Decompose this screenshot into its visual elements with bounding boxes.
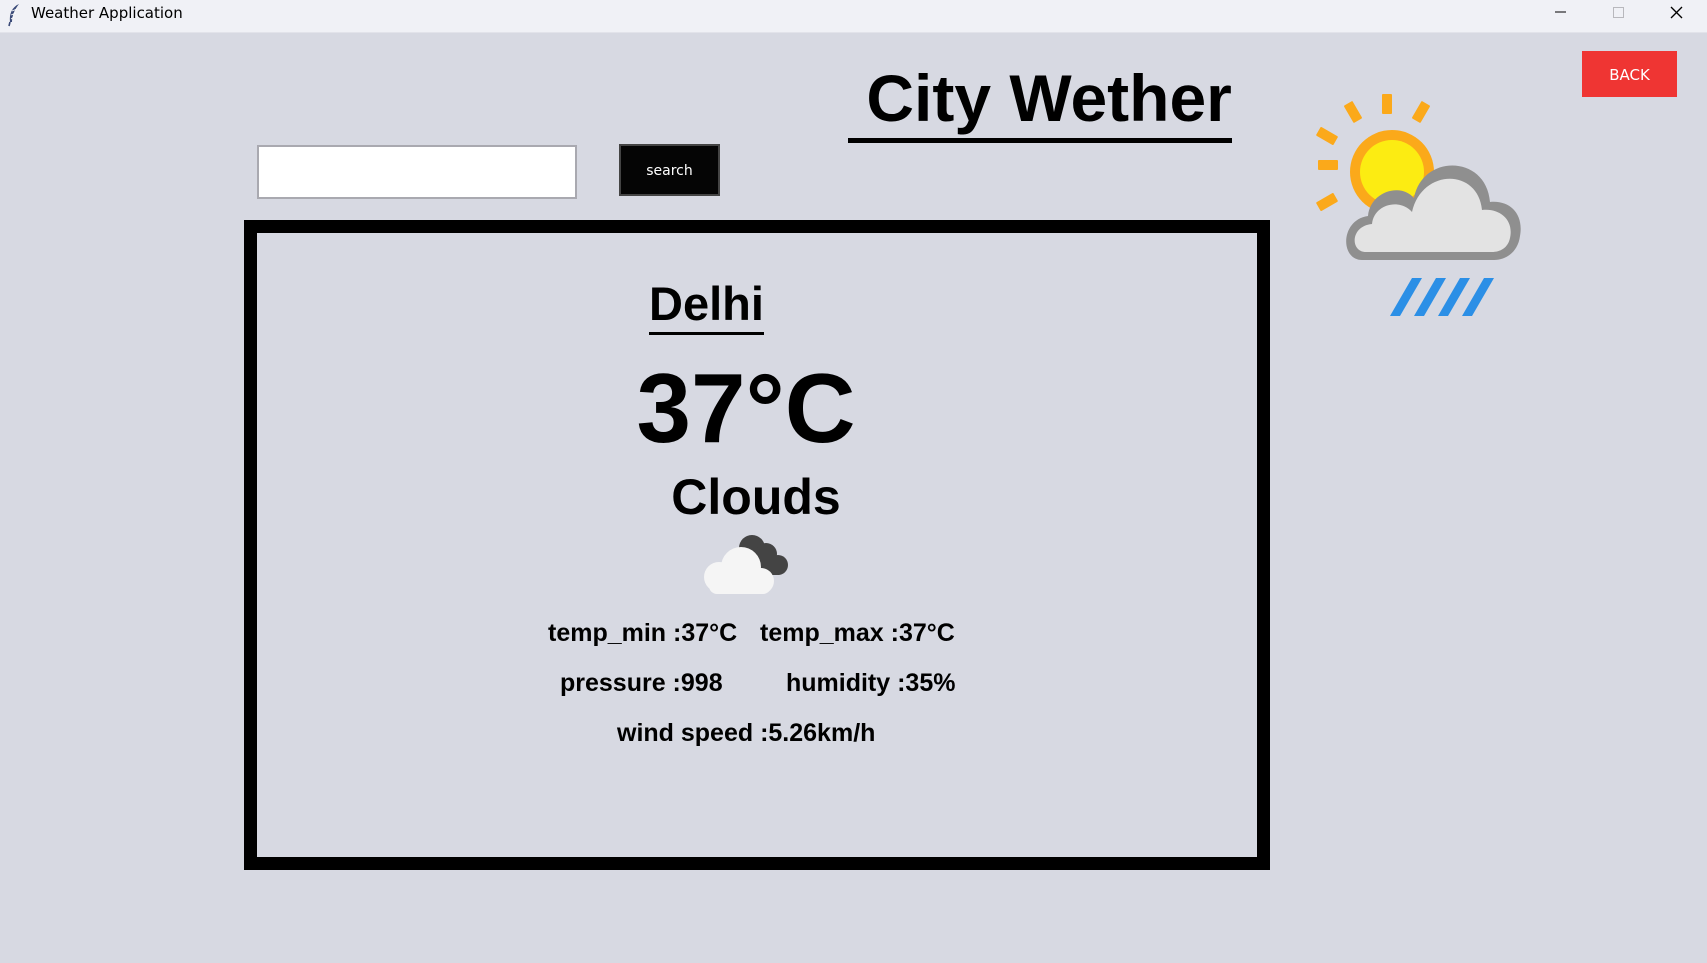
temp-min: temp_min :37°C [548, 619, 738, 647]
pressure: pressure :998 [560, 669, 723, 697]
page-title: City Wether [848, 58, 1232, 143]
maximize-icon [1613, 7, 1624, 18]
search-button[interactable]: search [619, 144, 720, 196]
window-titlebar: Weather Application [0, 0, 1707, 33]
maximize-button[interactable] [1591, 0, 1647, 32]
back-button[interactable]: BACK [1582, 51, 1677, 97]
wind-speed: wind speed :5.26km/h [617, 719, 876, 747]
close-icon [1670, 6, 1683, 19]
weather-condition: Clouds [671, 469, 841, 525]
minimize-button[interactable] [1533, 0, 1589, 32]
humidity: humidity :35% [786, 669, 956, 697]
close-button[interactable] [1649, 0, 1705, 32]
clouds-icon [704, 535, 788, 594]
temperature-value: 37°C [636, 353, 856, 463]
feather-icon [8, 4, 19, 27]
minimize-icon [1555, 11, 1566, 13]
search-input[interactable] [257, 145, 577, 199]
temp-max: temp_max :37°C [760, 619, 955, 647]
window-title: Weather Application [31, 4, 183, 22]
sun-cloud-rain-icon [1316, 94, 1521, 316]
city-name: Delhi [649, 276, 764, 335]
